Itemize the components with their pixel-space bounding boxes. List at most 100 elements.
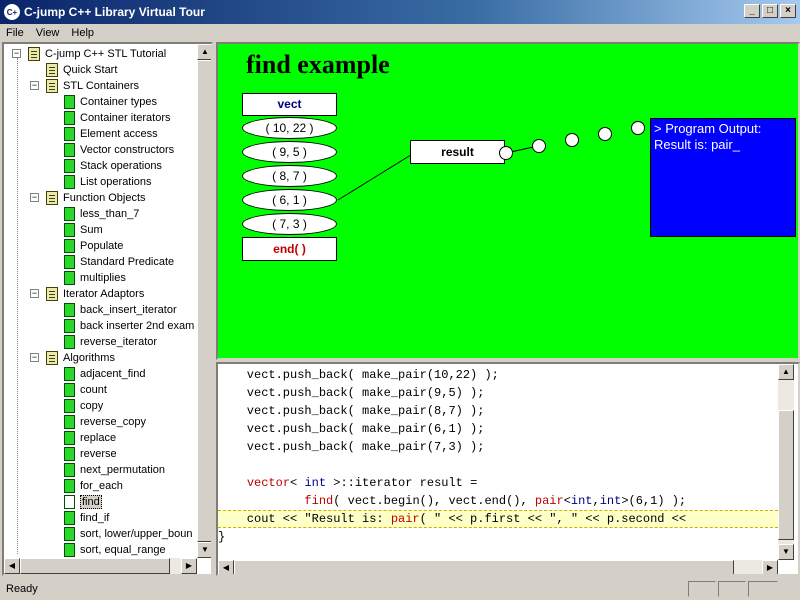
collapse-toggle-icon[interactable]: − bbox=[30, 81, 39, 90]
tree-item-label: Function Objects bbox=[63, 192, 146, 204]
collapse-toggle-icon[interactable]: − bbox=[30, 289, 39, 298]
page-icon bbox=[64, 399, 75, 413]
code-token: vect.push_back( make_pair(8,7) ); bbox=[218, 404, 485, 418]
book-icon bbox=[46, 287, 58, 301]
book-icon bbox=[46, 191, 58, 205]
tree-item-label: back_insert_iterator bbox=[80, 304, 177, 316]
title-bar[interactable]: C+ C-jump C++ Library Virtual Tour _ □ × bbox=[0, 0, 800, 24]
tree-item[interactable]: Container iterators bbox=[64, 110, 171, 126]
tree-item[interactable]: Populate bbox=[64, 238, 123, 254]
tree-item-label: Standard Predicate bbox=[80, 256, 175, 268]
code-token: ( " << p.first << ", " << p.second << bbox=[419, 512, 687, 526]
tree-item[interactable]: less_than_7 bbox=[64, 206, 139, 222]
tree-item-label: sort, lower/upper_boun bbox=[80, 528, 193, 540]
code-token: ( vect.begin(), vect.end(), bbox=[333, 494, 535, 508]
tree-item[interactable]: Algorithms bbox=[46, 350, 115, 366]
source-code-view[interactable]: vect.push_back( make_pair(10,22) ); vect… bbox=[218, 364, 778, 560]
menu-view[interactable]: View bbox=[30, 27, 66, 39]
code-line: vect.push_back( make_pair(7,3) ); bbox=[218, 438, 778, 456]
tree-item[interactable]: Iterator Adaptors bbox=[46, 286, 144, 302]
tree-item[interactable]: Function Objects bbox=[46, 190, 146, 206]
program-output-header: > Program Output: bbox=[654, 121, 762, 136]
tree-horizontal-scrollbar[interactable]: ◀ ▶ bbox=[4, 558, 197, 574]
tree-item[interactable]: copy bbox=[64, 398, 103, 414]
tree-item[interactable]: sort, lower/upper_boun bbox=[64, 526, 193, 542]
tree-item[interactable]: Element access bbox=[64, 126, 158, 142]
chain-dot bbox=[598, 127, 612, 141]
tree-item[interactable]: Sum bbox=[64, 222, 103, 238]
tree-item-label: C-jump C++ STL Tutorial bbox=[45, 48, 167, 60]
tree-item-label: STL Containers bbox=[63, 80, 140, 92]
code-token: >(6,1) ); bbox=[621, 494, 687, 508]
collapse-toggle-icon[interactable]: − bbox=[30, 193, 39, 202]
code-horizontal-scrollbar[interactable]: ◀ ▶ bbox=[218, 560, 778, 574]
tree-item[interactable]: adjacent_find bbox=[64, 366, 145, 382]
tree-item[interactable]: for_each bbox=[64, 478, 123, 494]
tree-item[interactable]: List operations bbox=[64, 174, 152, 190]
tree-item[interactable]: reverse_copy bbox=[64, 414, 146, 430]
tree-item-label: next_permutation bbox=[80, 464, 165, 476]
code-token: pair bbox=[534, 494, 564, 508]
tree-item[interactable]: Standard Predicate bbox=[64, 254, 174, 270]
code-scroll-thumb[interactable] bbox=[778, 410, 794, 540]
tree-item-label: Stack operations bbox=[80, 160, 162, 172]
tree-item[interactable]: STL Containers bbox=[46, 78, 139, 94]
scroll-up-arrow-icon[interactable]: ▲ bbox=[197, 44, 211, 60]
chain-dot bbox=[631, 121, 645, 135]
tree-item[interactable]: multiplies bbox=[64, 270, 126, 286]
tree-item-label: Quick Start bbox=[63, 64, 118, 76]
scroll-right-arrow-icon[interactable]: ▶ bbox=[181, 558, 197, 574]
minimize-button[interactable]: _ bbox=[744, 4, 760, 18]
tree-item-label: sort, equal_range bbox=[80, 544, 166, 556]
vector-element: ( 9, 5 ) bbox=[242, 141, 337, 163]
tree-item[interactable]: find_if bbox=[64, 510, 109, 526]
tree-item[interactable]: back_insert_iterator bbox=[64, 302, 177, 318]
code-line: find( vect.begin(), vect.end(), pair<int… bbox=[218, 492, 778, 510]
vector-element: ( 7, 3 ) bbox=[242, 213, 337, 235]
tree-item[interactable]: sort, equal_range bbox=[64, 542, 166, 558]
tree-item[interactable]: next_permutation bbox=[64, 462, 165, 478]
tree-hscroll-thumb[interactable] bbox=[20, 558, 170, 574]
code-token: , bbox=[592, 494, 600, 508]
tree-item[interactable]: Container types bbox=[64, 94, 157, 110]
code-line: vect.push_back( make_pair(10,22) ); bbox=[218, 366, 778, 384]
status-text: Ready bbox=[6, 583, 38, 595]
menu-file[interactable]: File bbox=[0, 27, 30, 39]
tree-item[interactable]: Vector constructors bbox=[64, 142, 174, 158]
scroll-down-arrow-icon[interactable]: ▼ bbox=[197, 542, 211, 558]
tree-scroll-thumb[interactable] bbox=[197, 60, 211, 542]
tree-item[interactable]: Quick Start bbox=[46, 62, 117, 78]
tree-item-label: back inserter 2nd exam bbox=[80, 320, 195, 332]
tree-item[interactable]: reverse bbox=[64, 446, 117, 462]
menu-help[interactable]: Help bbox=[65, 27, 100, 39]
maximize-button[interactable]: □ bbox=[762, 4, 778, 18]
program-output-panel: > Program Output: Result is: pair_ bbox=[650, 118, 796, 237]
code-hscroll-thumb[interactable] bbox=[234, 560, 734, 574]
close-button[interactable]: × bbox=[780, 4, 796, 18]
tree-item[interactable]: count bbox=[64, 382, 107, 398]
status-bar: Ready bbox=[0, 578, 800, 600]
code-token: < bbox=[290, 476, 305, 490]
tree-item[interactable]: back inserter 2nd exam bbox=[64, 318, 194, 334]
tree-item[interactable]: find bbox=[64, 494, 102, 510]
collapse-toggle-icon[interactable]: − bbox=[12, 49, 21, 58]
scroll-right-arrow-icon[interactable]: ▶ bbox=[762, 560, 778, 574]
tree-item[interactable]: C-jump C++ STL Tutorial bbox=[28, 46, 166, 62]
scroll-up-arrow-icon[interactable]: ▲ bbox=[778, 364, 794, 380]
tree-item[interactable]: reverse_iterator bbox=[64, 334, 157, 350]
page-icon bbox=[64, 527, 75, 541]
page-icon bbox=[64, 223, 75, 237]
scroll-down-arrow-icon[interactable]: ▼ bbox=[778, 544, 794, 560]
code-token: int bbox=[599, 494, 622, 508]
collapse-toggle-icon[interactable]: − bbox=[30, 353, 39, 362]
code-line: vect.push_back( make_pair(8,7) ); bbox=[218, 402, 778, 420]
scroll-left-arrow-icon[interactable]: ◀ bbox=[218, 560, 234, 574]
code-vertical-scrollbar[interactable]: ▲ ▼ bbox=[778, 364, 794, 560]
tree-item-label: reverse_copy bbox=[80, 416, 147, 428]
tree-item[interactable]: replace bbox=[64, 430, 116, 446]
book-icon bbox=[46, 63, 58, 77]
scroll-left-arrow-icon[interactable]: ◀ bbox=[4, 558, 20, 574]
tree-item-label: Vector constructors bbox=[80, 144, 175, 156]
tree-item[interactable]: Stack operations bbox=[64, 158, 162, 174]
tree-vertical-scrollbar[interactable]: ▲ ▼ bbox=[197, 44, 211, 558]
